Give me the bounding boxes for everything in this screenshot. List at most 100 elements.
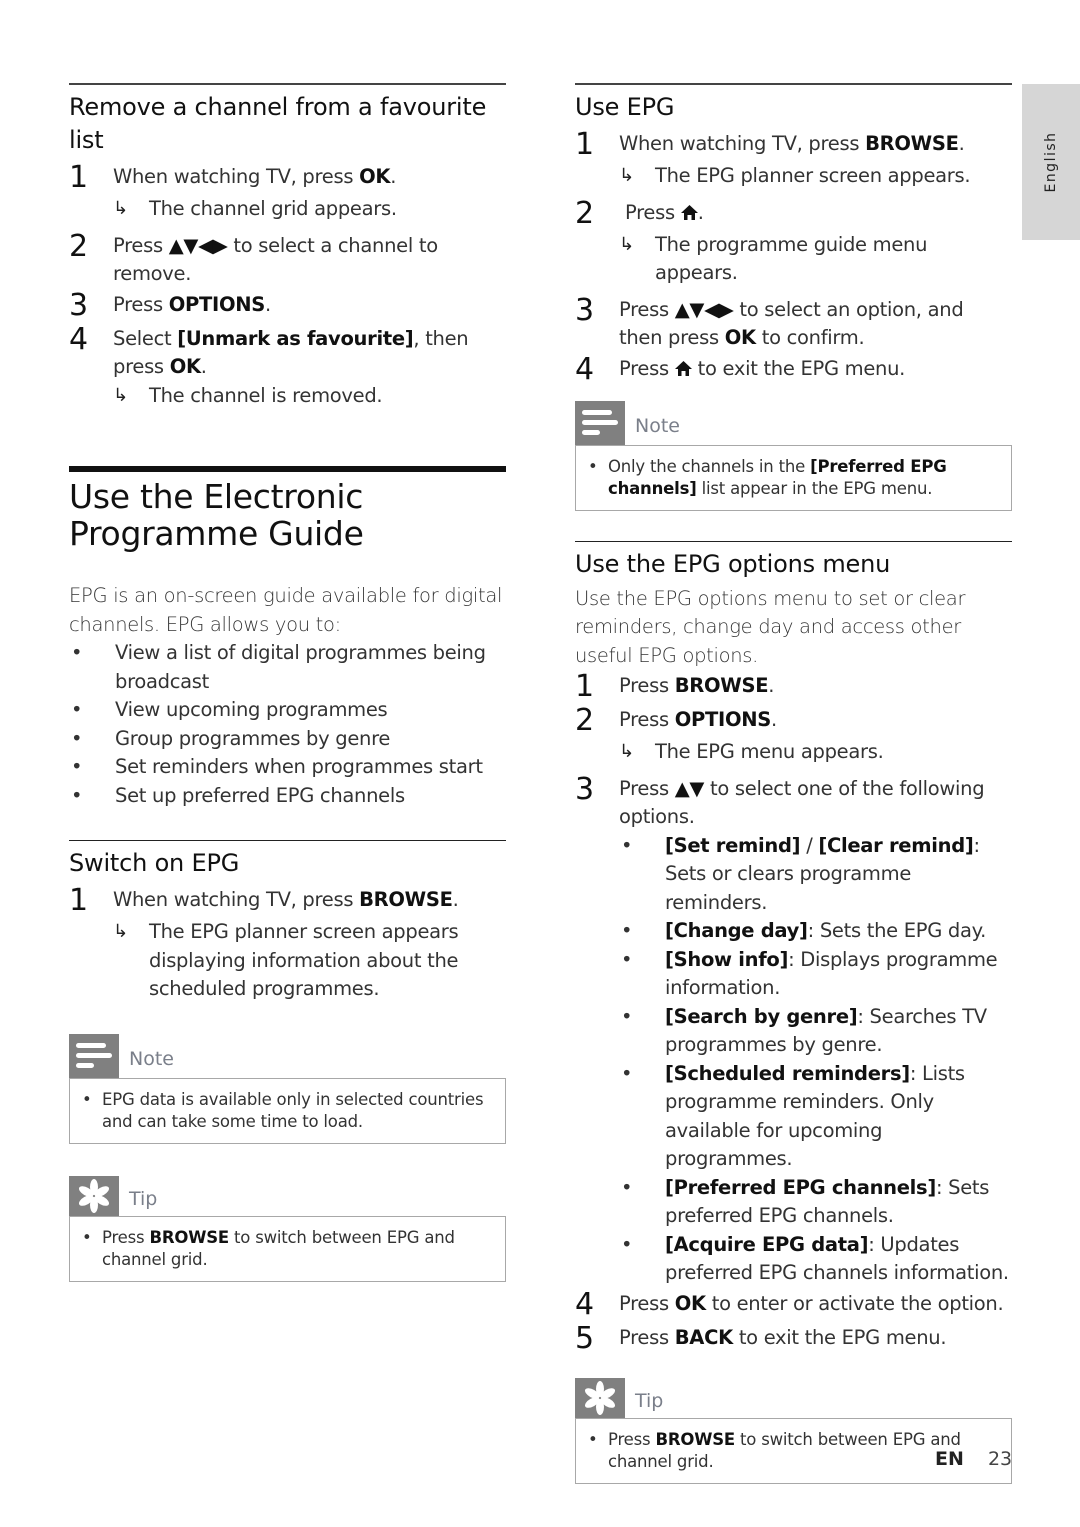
step: 3 Press OPTIONS. [69, 287, 506, 323]
note-icon [69, 1033, 119, 1078]
step-text: Press . [625, 200, 704, 224]
result-arrow-icon: ↳ [113, 921, 129, 942]
section-title: Use EPG [575, 93, 675, 121]
list-item: • Group programmes by genre [71, 726, 391, 750]
step-text: When watching TV, press BROWSE. [619, 132, 965, 155]
language-tab: English [1022, 84, 1080, 240]
step: 2 Press OPTIONS. [575, 704, 1012, 738]
step-text: Press OPTIONS. [113, 292, 271, 316]
section-rule [575, 83, 1012, 85]
remove-favourite-section: Remove a channel from a favourite list 1… [69, 83, 506, 410]
result-arrow-icon: ↳ [113, 198, 129, 219]
note-label: Note [129, 1047, 174, 1070]
step-number: 3 [575, 292, 595, 328]
step-number: 4 [575, 351, 595, 387]
step-text: Select [Unmark as favourite], then press… [113, 326, 469, 379]
step: 3 Press ▲▼ to select one of the followin… [575, 771, 1012, 832]
intro-text: Use the EPG options menu to set or clear… [575, 586, 966, 667]
result-arrow-icon: ↳ [619, 233, 635, 255]
left-column: Remove a channel from a favourite list 1… [69, 83, 506, 1282]
step-number: 1 [575, 669, 595, 704]
epg-intro-section: Use the Electronic Programme Guide EPG is… [69, 466, 506, 810]
result-arrow-icon: ↳ [619, 741, 635, 762]
note-box: • EPG data is available only in selected … [69, 1077, 506, 1144]
chapter-rule [69, 466, 506, 472]
step: 3 Press ▲▼◀▶ to select an option, and th… [575, 292, 1012, 353]
list-item: • [Set remind] / [Clear remind]: Sets or … [621, 833, 980, 914]
epg-options-section: Use the EPG options menu Use the EPG opt… [575, 540, 1012, 1356]
section-title: Switch on EPG [69, 849, 240, 877]
step-text: Press OPTIONS. [619, 708, 777, 731]
step: 1 When watching TV, press BROWSE. [69, 884, 506, 918]
list-item: • Set reminders when programmes start [71, 755, 483, 778]
step-result: ↳ The EPG menu appears. [619, 738, 1012, 767]
step: 2 Press . [575, 196, 1012, 231]
list-item: • [Search by genre]: Searches TV programm… [621, 1004, 987, 1057]
step: 4 Press OK to enter or activate the opti… [575, 1286, 1012, 1322]
step: 4 Press to exit the EPG menu. [575, 351, 1012, 387]
tip-icon [69, 1175, 119, 1216]
section-rule [575, 540, 1012, 542]
tip-callout: Tip • Press BROWSE to switch between EPG … [69, 1175, 506, 1282]
list-item: • [Scheduled reminders]: Lists programme … [621, 1061, 965, 1171]
step-text: Press BROWSE. [619, 674, 775, 697]
feature-list: • View a list of digital programmes being… [69, 639, 506, 810]
step-text: Press ▲▼ to select one of the following … [619, 776, 985, 829]
footer-language: EN [935, 1448, 964, 1470]
step-result: ↳ The channel grid appears. [113, 195, 506, 224]
step: 4 Select [Unmark as favourite], then pre… [69, 321, 506, 382]
tip-label: Tip [129, 1187, 158, 1210]
navigation-arrows-icon: ▲▼◀▶ [674, 297, 734, 321]
use-epg-section: Use EPG 1 When watching TV, press BROWSE… [575, 83, 1012, 387]
step-number: 1 [69, 160, 89, 195]
list-item: • [Show info]: Displays programme informa… [621, 947, 998, 1000]
step-result: ↳ The programme guide menu appears. [619, 231, 1012, 288]
step: 5 Press BACK to exit the EPG menu. [575, 1320, 1012, 1356]
step-number: 5 [575, 1320, 595, 1356]
section-title: Remove a channel from a favourite list [69, 93, 487, 154]
page-footer: EN 23 [935, 1448, 1012, 1470]
tip-icon [575, 1377, 625, 1418]
list-item: • [Preferred EPG channels]: Sets preferre… [621, 1175, 990, 1228]
step-result: ↳ The EPG planner screen appears display… [113, 918, 506, 1004]
list-item: • View a list of digital programmes being… [71, 641, 486, 693]
chapter-title: Use the Electronic Programme Guide [69, 477, 364, 553]
step-text: Press ▲▼◀▶ to select an option, and then… [619, 297, 964, 350]
step-text: When watching TV, press BROWSE. [113, 888, 459, 911]
step: 1 When watching TV, press BROWSE. [575, 128, 1012, 162]
home-icon [680, 204, 698, 220]
list-item: • Set up preferred EPG channels [71, 783, 405, 807]
step: 1 When watching TV, press OK. [69, 161, 506, 195]
step-text: Press OK to enter or activate the option… [619, 1291, 1004, 1315]
step-text: Press to exit the EPG menu. [619, 356, 906, 380]
note-callout: Note • Only the channels in the [Preferre… [575, 400, 1012, 511]
step-text: Press ▲▼◀▶ to select a channel to remove… [113, 233, 438, 286]
step-number: 2 [69, 228, 89, 264]
step-number: 3 [69, 287, 89, 323]
step-text: When watching TV, press OK. [113, 165, 397, 188]
list-item: • [Acquire EPG data]: Updates preferred E… [621, 1232, 1009, 1285]
step-number: 2 [575, 703, 595, 738]
navigation-arrows-icon: ▲▼◀▶ [168, 233, 228, 257]
result-arrow-icon: ↳ [113, 384, 129, 406]
step-result: ↳ The EPG planner screen appears. [619, 162, 1012, 191]
intro-text: EPG is an on-screen guide available for … [69, 584, 503, 636]
step-text: Press BACK to exit the EPG menu. [619, 1325, 947, 1349]
switch-on-epg-section: Switch on EPG 1 When watching TV, press … [69, 840, 506, 1004]
step-result: ↳ The channel is removed. [113, 382, 506, 411]
note-icon [575, 400, 625, 445]
note-box: • Only the channels in the [Preferred EPG… [575, 444, 1012, 511]
step-number: 1 [69, 883, 89, 918]
options-list: • [Set remind] / [Clear remind]: Sets or … [619, 832, 1012, 1288]
section-rule [69, 840, 506, 841]
note-label: Note [635, 414, 680, 437]
step: 1 Press BROWSE. [575, 670, 1012, 704]
step-number: 3 [575, 771, 595, 807]
step: 2 Press ▲▼◀▶ to select a channel to remo… [69, 228, 506, 289]
tip-box: • Press BROWSE to switch between EPG and … [69, 1215, 506, 1282]
list-item: • [Change day]: Sets the EPG day. [621, 919, 986, 942]
right-column: Use EPG 1 When watching TV, press BROWSE… [575, 83, 1012, 1484]
note-callout: Note • EPG data is available only in sele… [69, 1033, 506, 1144]
step-number: 4 [575, 1286, 595, 1322]
step-number: 4 [69, 321, 89, 357]
